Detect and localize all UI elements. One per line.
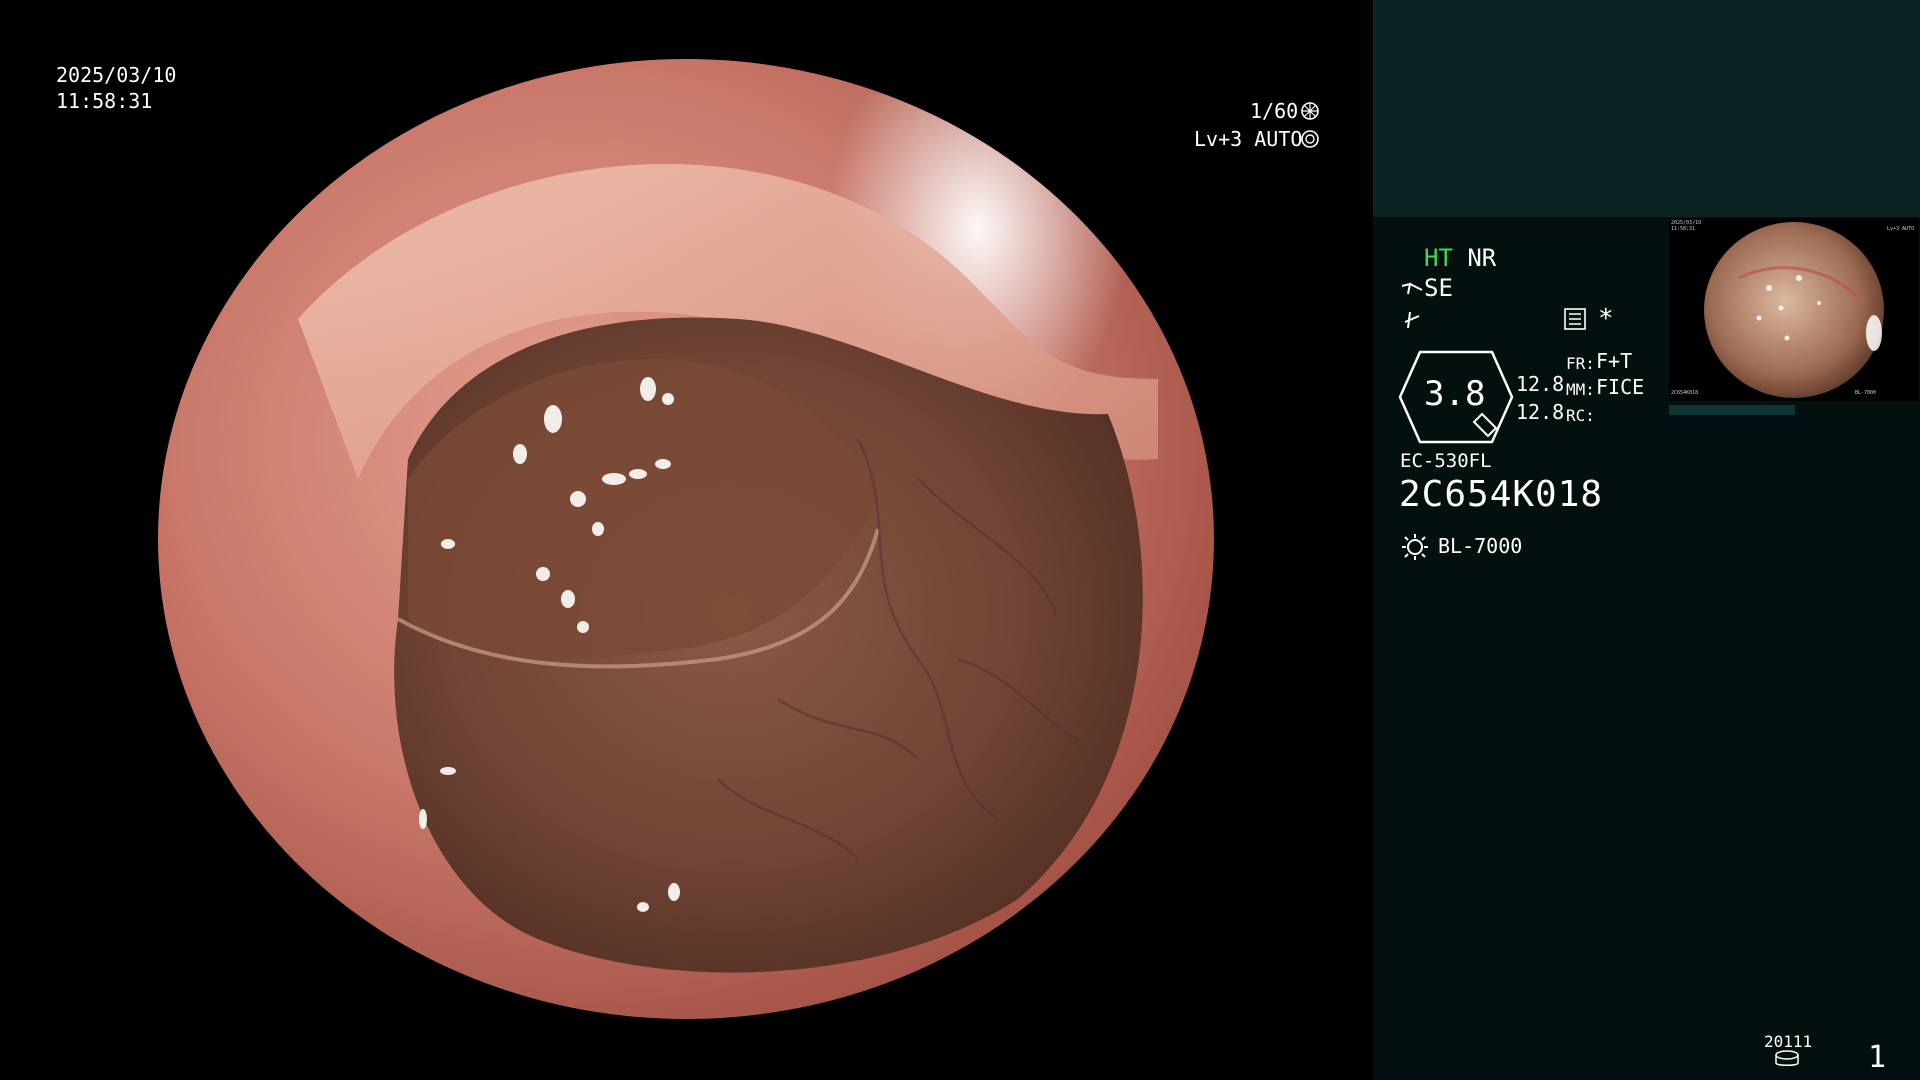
storage-code: 20111 [1764, 1032, 1813, 1051]
nr-label: NR [1467, 244, 1497, 272]
osd-iris: Lv+3 AUTO [1194, 127, 1303, 151]
page-number: 1 [1868, 1040, 1887, 1075]
se-icon [1401, 282, 1423, 295]
ht-label: HT [1424, 244, 1453, 272]
endoscope-video-view [158, 59, 1214, 1019]
value-a: 12.8 [1516, 372, 1565, 396]
light-source-label: BL-7000 [1438, 534, 1523, 558]
mm-label: MM: [1566, 380, 1595, 399]
mm-value: FICE [1596, 375, 1645, 399]
osd-shutter: 1/60 [1250, 99, 1299, 123]
info-panel-header [1373, 0, 1920, 217]
value-b: 12.8 [1516, 400, 1565, 424]
ht-nr-row: HT NR [1424, 244, 1496, 272]
thumbnail-light: BL-7000 [1855, 390, 1877, 396]
se-label: SE [1424, 274, 1453, 302]
osd-time: 11:58:31 [56, 89, 153, 113]
zoom-value: 3.8 [1424, 374, 1486, 414]
osd-date: 2025/03/10 [56, 63, 177, 87]
scope-serial: 2C654K018 [1399, 474, 1604, 515]
asterisk-indicator: * [1598, 304, 1614, 334]
contrast-icon [1404, 311, 1420, 329]
fr-label: FR: [1566, 354, 1595, 373]
storage-icon [1775, 1050, 1799, 1066]
thumbnail-iris: Lv+3 AUTO [1887, 226, 1915, 232]
thumbnail-time: 11:58:31 [1671, 226, 1696, 232]
capture-thumbnail[interactable]: 2025/03/10 11:58:31 Lv+3 AUTO 2C654K018 … [1669, 218, 1919, 401]
thumbnail-image [1704, 222, 1884, 398]
thumbnail-serial: 2C654K018 [1671, 390, 1699, 396]
menu-icon [1564, 308, 1586, 330]
iris-icon [1301, 130, 1319, 148]
endoscope-image [158, 59, 1214, 1019]
light-source-icon [1402, 534, 1428, 560]
fr-value: F+T [1596, 349, 1633, 373]
shutter-icon [1301, 102, 1319, 120]
scope-model: EC-530FL [1400, 450, 1492, 472]
rc-label: RC: [1566, 406, 1595, 425]
thumbnail-progress-bar [1669, 405, 1795, 415]
